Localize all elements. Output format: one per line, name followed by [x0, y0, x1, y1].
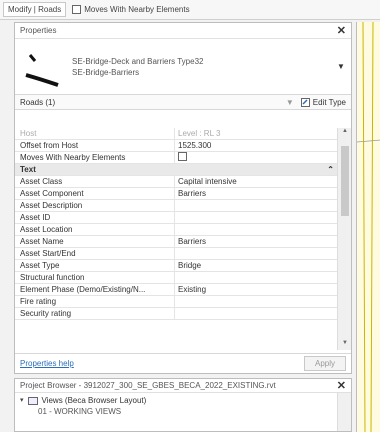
- property-name: Asset Name: [15, 236, 175, 247]
- property-name: Asset Location: [15, 224, 175, 235]
- property-row: Asset Component Barriers: [15, 188, 339, 200]
- property-value[interactable]: 1525.300: [175, 140, 339, 151]
- property-value[interactable]: [175, 248, 339, 259]
- views-icon: [27, 396, 38, 405]
- scroll-up-icon[interactable]: ▲: [338, 128, 352, 138]
- type-family-name: SE-Bridge-Deck and Barriers Type32: [72, 56, 204, 66]
- apply-button[interactable]: Apply: [303, 356, 346, 371]
- property-value[interactable]: Level : RL 3: [175, 128, 339, 139]
- context-tab-label[interactable]: Modify | Roads: [3, 2, 67, 17]
- property-value[interactable]: Bridge: [175, 260, 339, 271]
- property-value[interactable]: [175, 200, 339, 211]
- tree-node-label: Views (Beca Browser Layout): [41, 396, 147, 405]
- filter-dropdown-arrow-icon[interactable]: ▼: [286, 98, 294, 107]
- property-name: Asset Class: [15, 176, 175, 187]
- property-row: Asset Location: [15, 224, 339, 236]
- property-value[interactable]: [175, 272, 339, 283]
- property-row: Offset from Host 1525.300: [15, 140, 339, 152]
- collapse-icon[interactable]: ▾: [20, 395, 24, 406]
- project-browser: Project Browser - 3912027_300_SE_GBES_BE…: [14, 378, 352, 432]
- project-browser-title: Project Browser - 3912027_300_SE_GBES_BE…: [20, 381, 276, 390]
- properties-scrollbar[interactable]: ▲ ▼: [337, 128, 351, 350]
- property-name: Moves With Nearby Elements: [15, 152, 175, 163]
- property-name: Asset Description: [15, 200, 175, 211]
- property-value[interactable]: [175, 296, 339, 307]
- properties-title: Properties: [20, 26, 57, 35]
- scroll-down-icon[interactable]: ▼: [338, 340, 352, 350]
- moves-with-nearby-label: Moves With Nearby Elements: [84, 5, 190, 14]
- property-row: Asset Start/End: [15, 248, 339, 260]
- edit-type-button[interactable]: ▼ Edit Type: [286, 97, 346, 107]
- properties-title-bar: Properties ✕: [15, 23, 351, 39]
- project-browser-title-bar: Project Browser - 3912027_300_SE_GBES_BE…: [15, 379, 351, 393]
- property-row: Fire rating: [15, 296, 339, 308]
- properties-grid: Host Level : RL 3 Offset from Host 1525.300…: [15, 128, 339, 350]
- browser-tree: ▾ Views (Beca Browser Layout) 01 - WORKI…: [15, 393, 351, 419]
- property-name: Asset Type: [15, 260, 175, 271]
- group-label: Text: [20, 165, 36, 174]
- property-row: Asset Name Barriers: [15, 236, 339, 248]
- property-name: Element Phase (Demo/Existing/N...: [15, 284, 175, 295]
- property-value[interactable]: [175, 152, 339, 163]
- property-name: Asset Component: [15, 188, 175, 199]
- close-icon[interactable]: ✕: [337, 24, 346, 37]
- chevron-down-icon[interactable]: ▼: [336, 62, 346, 71]
- property-value[interactable]: Existing: [175, 284, 339, 295]
- type-selector[interactable]: SE-Bridge-Deck and Barriers Type32 SE-Br…: [15, 39, 351, 95]
- collapse-icon[interactable]: ⌃: [327, 164, 334, 175]
- property-value[interactable]: Capital intensive: [175, 176, 339, 187]
- property-name: Fire rating: [15, 296, 175, 307]
- property-row: Asset Description: [15, 200, 339, 212]
- property-name: Asset ID: [15, 212, 175, 223]
- type-subname: SE-Bridge-Barriers: [72, 67, 140, 77]
- property-row: Security rating: [15, 308, 339, 320]
- property-value[interactable]: [175, 224, 339, 235]
- instance-filter-row: Roads (1) ▼ Edit Type: [15, 95, 351, 110]
- tree-node-views[interactable]: ▾ Views (Beca Browser Layout): [20, 395, 346, 406]
- property-value[interactable]: [175, 308, 339, 319]
- property-name: Host: [15, 128, 175, 139]
- property-group-header: Text ⌃: [15, 164, 339, 176]
- type-preview-icon: [20, 45, 66, 89]
- property-value[interactable]: Barriers: [175, 188, 339, 199]
- property-name: Structural function: [15, 272, 175, 283]
- property-value[interactable]: [175, 212, 339, 223]
- property-row: Asset Class Capital intensive: [15, 176, 339, 188]
- property-name: Security rating: [15, 308, 175, 319]
- properties-palette: Properties ✕ SE-Bridge-Deck and Barriers…: [14, 22, 352, 374]
- properties-help-link[interactable]: Properties help: [20, 359, 74, 368]
- property-row: Asset Type Bridge: [15, 260, 339, 272]
- property-checkbox[interactable]: [178, 152, 187, 161]
- modify-ribbon-bar: Modify | Roads Moves With Nearby Element…: [0, 0, 380, 20]
- property-row: Host Level : RL 3: [15, 128, 339, 140]
- close-icon[interactable]: ✕: [337, 379, 346, 392]
- property-row: Moves With Nearby Elements: [15, 152, 339, 164]
- drawing-canvas[interactable]: [356, 21, 380, 432]
- edit-type-icon: [300, 97, 310, 107]
- property-name: Offset from Host: [15, 140, 175, 151]
- checkbox-box[interactable]: [72, 5, 82, 14]
- properties-footer: Properties help Apply: [15, 353, 351, 373]
- browser-scrollbar[interactable]: [337, 393, 351, 431]
- tree-node-label: 01 - WORKING VIEWS: [38, 407, 122, 416]
- property-row: Asset ID: [15, 212, 339, 224]
- edit-type-label: Edit Type: [312, 97, 346, 107]
- property-value[interactable]: Barriers: [175, 236, 339, 247]
- scroll-thumb[interactable]: [341, 146, 349, 216]
- instance-filter-dropdown[interactable]: Roads (1): [20, 98, 55, 107]
- moves-with-nearby-checkbox[interactable]: Moves With Nearby Elements: [72, 5, 190, 14]
- property-row: Element Phase (Demo/Existing/N... Existin…: [15, 284, 339, 296]
- property-name: Asset Start/End: [15, 248, 175, 259]
- type-name: SE-Bridge-Deck and Barriers Type32 SE-Br…: [66, 56, 336, 78]
- property-row: Structural function: [15, 272, 339, 284]
- tree-node-working-views[interactable]: 01 - WORKING VIEWS: [20, 406, 346, 417]
